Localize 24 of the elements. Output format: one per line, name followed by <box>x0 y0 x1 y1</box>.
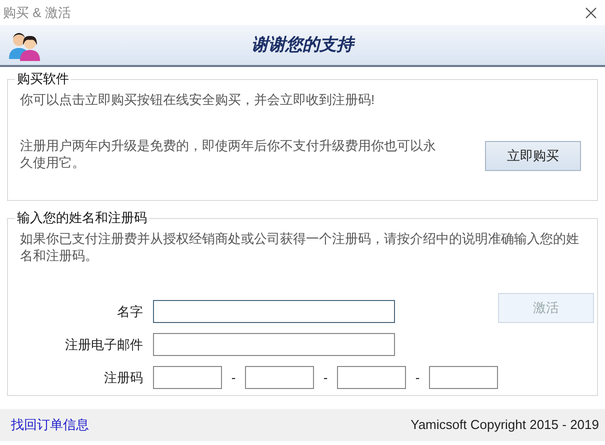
group-title: 输入您的姓名和注册码 <box>16 210 148 226</box>
code-field[interactable] <box>337 366 406 389</box>
retrieve-order-link[interactable]: 找回订单信息 <box>11 415 89 435</box>
field-label: 名字 <box>116 302 144 321</box>
close-icon[interactable] <box>585 6 597 18</box>
users-icon <box>8 31 42 61</box>
text-field[interactable] <box>153 300 395 323</box>
separator: - <box>230 368 237 387</box>
separator: - <box>414 368 421 387</box>
info-text: 如果你已支付注册费并从授权经销商处或公司获得一个注册码，请按介绍中的说明准确输入您的姓名和注册码。 <box>20 230 580 264</box>
field-label: 注册电子邮件 <box>64 336 144 354</box>
text-field[interactable] <box>153 333 395 356</box>
code-field[interactable] <box>429 366 498 389</box>
group-title: 购买软件 <box>16 71 70 87</box>
window-title: 购买 & 激活 <box>3 4 71 22</box>
info-text: 你可以点击立即购买按钮在线安全购买，并会立即收到注册码! <box>20 91 376 108</box>
info-text: 注册用户两年内升级是免费的，即使两年后你不支付升级费用你也可以永久使用它。 <box>20 137 437 171</box>
code-field[interactable] <box>153 366 222 389</box>
copyright-text: Yamicsoft Copyright 2015 - 2019 <box>410 416 599 434</box>
separator: - <box>322 368 329 387</box>
field-label: 注册码 <box>103 368 144 387</box>
code-field[interactable] <box>245 366 314 389</box>
header-title: 谢谢您的支持 <box>252 34 354 56</box>
buy-now-button[interactable]: 立即购买 <box>485 141 581 171</box>
